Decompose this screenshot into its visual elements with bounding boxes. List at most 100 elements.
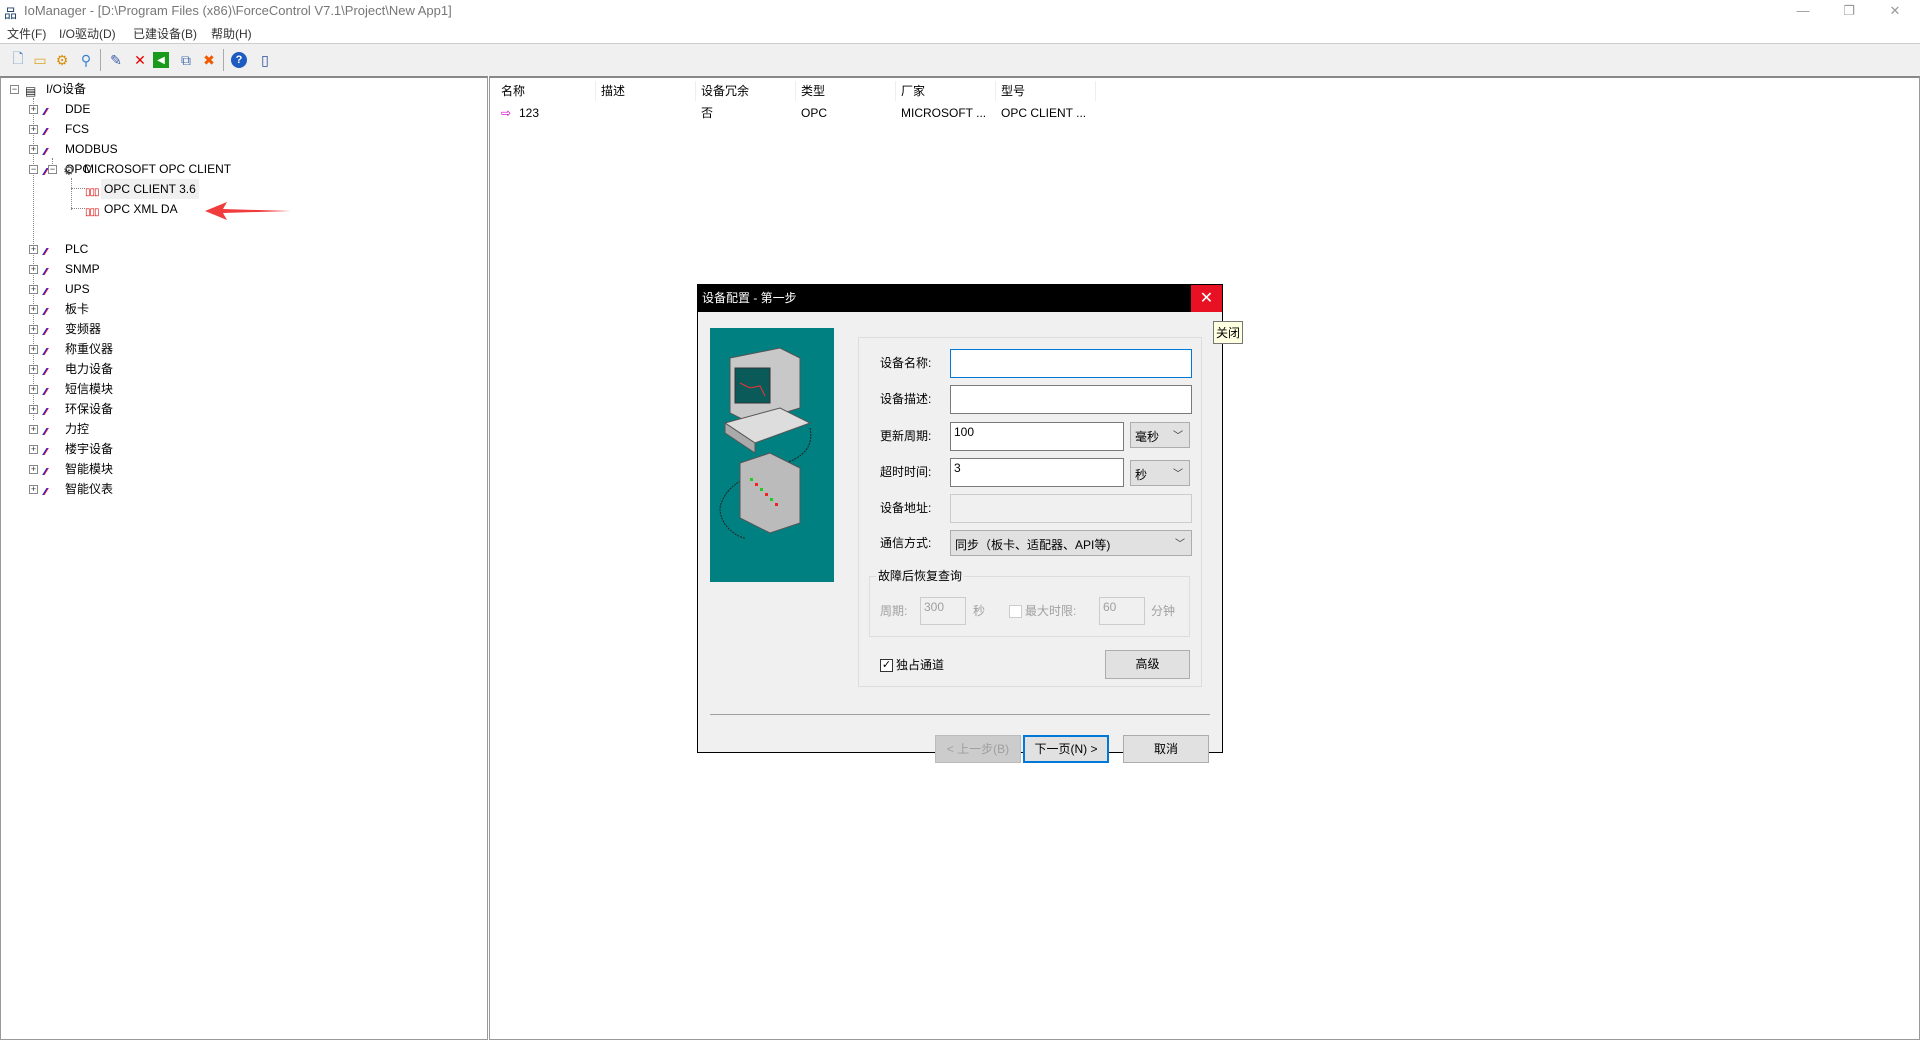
- close-window-button[interactable]: ✕: [1872, 0, 1918, 22]
- new-file-icon[interactable]: 🗋: [8, 50, 28, 70]
- tree-item[interactable]: + ⁄⁄⁄ 称重仪器: [1, 339, 301, 359]
- edit-icon[interactable]: ✎: [106, 50, 126, 70]
- update-period-input[interactable]: 100: [950, 422, 1124, 451]
- tree-root[interactable]: − ▤ I/O设备: [1, 79, 301, 99]
- advanced-button[interactable]: 高级: [1105, 650, 1190, 679]
- expand-icon[interactable]: +: [29, 125, 38, 134]
- tree-label: 变频器: [65, 322, 102, 336]
- tree-item[interactable]: + ⁄⁄⁄ SNMP: [1, 259, 301, 279]
- device-desc-input[interactable]: [950, 385, 1192, 414]
- copy-config-icon[interactable]: ⧉: [176, 50, 196, 70]
- tree-label: 称重仪器: [65, 342, 114, 356]
- help-icon[interactable]: ?: [231, 52, 247, 68]
- tree-item[interactable]: + ⁄⁄⁄ FCS: [1, 119, 301, 139]
- tree-label: PLC: [65, 242, 89, 256]
- back-icon[interactable]: ◀: [153, 52, 169, 68]
- period-unit-select[interactable]: 毫秒 ﹀: [1130, 422, 1190, 448]
- tree-label: FCS: [65, 122, 89, 136]
- prev-step-button[interactable]: < 上一步(B): [935, 735, 1021, 763]
- restore-button[interactable]: ❐: [1826, 0, 1872, 22]
- menu-file[interactable]: 文件(F): [7, 25, 46, 42]
- exclusive-channel-checkbox[interactable]: ✓: [880, 659, 893, 672]
- tree-item[interactable]: + ⁄⁄⁄ 短信模块: [1, 379, 301, 399]
- expand-icon[interactable]: +: [29, 145, 38, 154]
- column-header[interactable]: 厂家: [896, 81, 996, 101]
- delete-all-icon[interactable]: ✖: [199, 50, 219, 70]
- menu-help[interactable]: 帮助(H): [211, 25, 252, 42]
- tree-item[interactable]: + ⁄⁄⁄ 电力设备: [1, 359, 301, 379]
- red-arrow-annotation: [205, 202, 291, 220]
- timeout-input[interactable]: 3: [950, 458, 1124, 487]
- expand-icon[interactable]: +: [29, 105, 38, 114]
- tree-label: 智能模块: [65, 462, 114, 476]
- tree-item[interactable]: + ⁄⁄⁄ 环保设备: [1, 399, 301, 419]
- column-header[interactable]: 设备冗余: [696, 81, 796, 101]
- tree-label: 电力设备: [65, 362, 114, 376]
- column-header[interactable]: 名称: [496, 81, 596, 101]
- tree-opc-vendor[interactable]: − ⚙ MICROSOFT OPC CLIENT: [1, 159, 301, 179]
- exit-door-icon[interactable]: ▯: [255, 50, 275, 70]
- expand-icon[interactable]: +: [29, 405, 38, 414]
- expand-icon[interactable]: +: [29, 485, 38, 494]
- expand-icon[interactable]: +: [29, 445, 38, 454]
- expand-icon[interactable]: +: [29, 465, 38, 474]
- device-name-input[interactable]: [950, 349, 1192, 378]
- tree-item[interactable]: + ⁄⁄⁄ DDE: [1, 99, 301, 119]
- cycle-unit-label: 秒: [973, 604, 986, 618]
- minimize-button[interactable]: —: [1780, 0, 1826, 22]
- expand-icon[interactable]: +: [29, 245, 38, 254]
- app-network-icon: 品: [4, 6, 18, 21]
- tree-label: OPC XML DA: [104, 202, 178, 216]
- expand-icon[interactable]: +: [29, 365, 38, 374]
- next-step-button[interactable]: 下一页(N) >: [1023, 735, 1109, 763]
- expand-icon[interactable]: +: [29, 285, 38, 294]
- cancel-button[interactable]: 取消: [1123, 735, 1209, 763]
- device-icon[interactable]: ⚙: [52, 50, 72, 70]
- delete-icon[interactable]: ✕: [130, 50, 150, 70]
- tree-item[interactable]: + ⁄⁄⁄ 力控: [1, 419, 301, 439]
- expand-icon[interactable]: +: [29, 305, 38, 314]
- expand-icon[interactable]: +: [29, 325, 38, 334]
- max-time-input[interactable]: 60: [1099, 597, 1145, 625]
- tree-item[interactable]: + ⁄⁄⁄ 智能仪表: [1, 479, 301, 499]
- tree-item[interactable]: + ⁄⁄⁄ 变频器: [1, 319, 301, 339]
- menu-io-driver[interactable]: I/O驱动(D): [59, 25, 116, 42]
- tree-label: OPC CLIENT 3.6: [101, 179, 199, 199]
- tree-item[interactable]: + ⁄⁄⁄ PLC: [1, 239, 301, 259]
- tree-item[interactable]: + ⁄⁄⁄ 板卡: [1, 299, 301, 319]
- device-address-input[interactable]: [950, 494, 1192, 523]
- expand-icon[interactable]: +: [29, 265, 38, 274]
- tree-item[interactable]: + ⁄⁄⁄ MODBUS: [1, 139, 301, 159]
- dialog-title: 设备配置 - 第一步: [698, 285, 1222, 312]
- tree-label: 力控: [65, 422, 90, 436]
- max-time-checkbox[interactable]: [1009, 605, 1022, 618]
- column-header[interactable]: 型号: [996, 81, 1096, 101]
- timeout-unit-value: 秒: [1135, 468, 1148, 482]
- comm-mode-select[interactable]: 同步（板卡、适配器、API等) ﹀: [950, 530, 1192, 556]
- open-folder-icon[interactable]: ▭: [30, 50, 50, 70]
- tree-item[interactable]: + ⁄⁄⁄ 楼宇设备: [1, 439, 301, 459]
- expand-icon[interactable]: +: [29, 425, 38, 434]
- expand-icon[interactable]: +: [29, 345, 38, 354]
- driver-icon: ▯▯▯: [85, 207, 99, 218]
- expand-icon[interactable]: +: [29, 385, 38, 394]
- chevron-down-icon: ﹀: [1173, 469, 1183, 480]
- table-cell: OPC: [801, 106, 828, 120]
- table-cell: 否: [701, 106, 714, 120]
- cycle-input[interactable]: 300: [920, 597, 966, 625]
- timeout-unit-select[interactable]: 秒 ﹀: [1130, 460, 1190, 486]
- column-header[interactable]: 描述: [596, 81, 696, 101]
- find-icon[interactable]: ⚲: [76, 50, 96, 70]
- menu-built-devices[interactable]: 已建设备(B): [133, 25, 197, 42]
- tree-item[interactable]: + ⁄⁄⁄ 智能模块: [1, 459, 301, 479]
- tree-opc-client-3-6[interactable]: ▯▯▯ OPC CLIENT 3.6: [1, 179, 301, 199]
- toolbar: 🗋 ▭ ⚙ ⚲ ✎ ✕ ◀ ⧉ ✖ ? ▯: [0, 43, 1920, 76]
- dialog-close-button[interactable]: ✕: [1191, 285, 1222, 312]
- table-cell: MICROSOFT ...: [901, 106, 987, 120]
- timeout-label: 超时时间:: [880, 465, 932, 479]
- chevron-down-icon: ﹀: [1173, 431, 1183, 442]
- column-header[interactable]: 类型: [796, 81, 896, 101]
- tree-label: UPS: [65, 282, 90, 296]
- tree-item[interactable]: + ⁄⁄⁄ UPS: [1, 279, 301, 299]
- period-unit-value: 毫秒: [1135, 430, 1160, 444]
